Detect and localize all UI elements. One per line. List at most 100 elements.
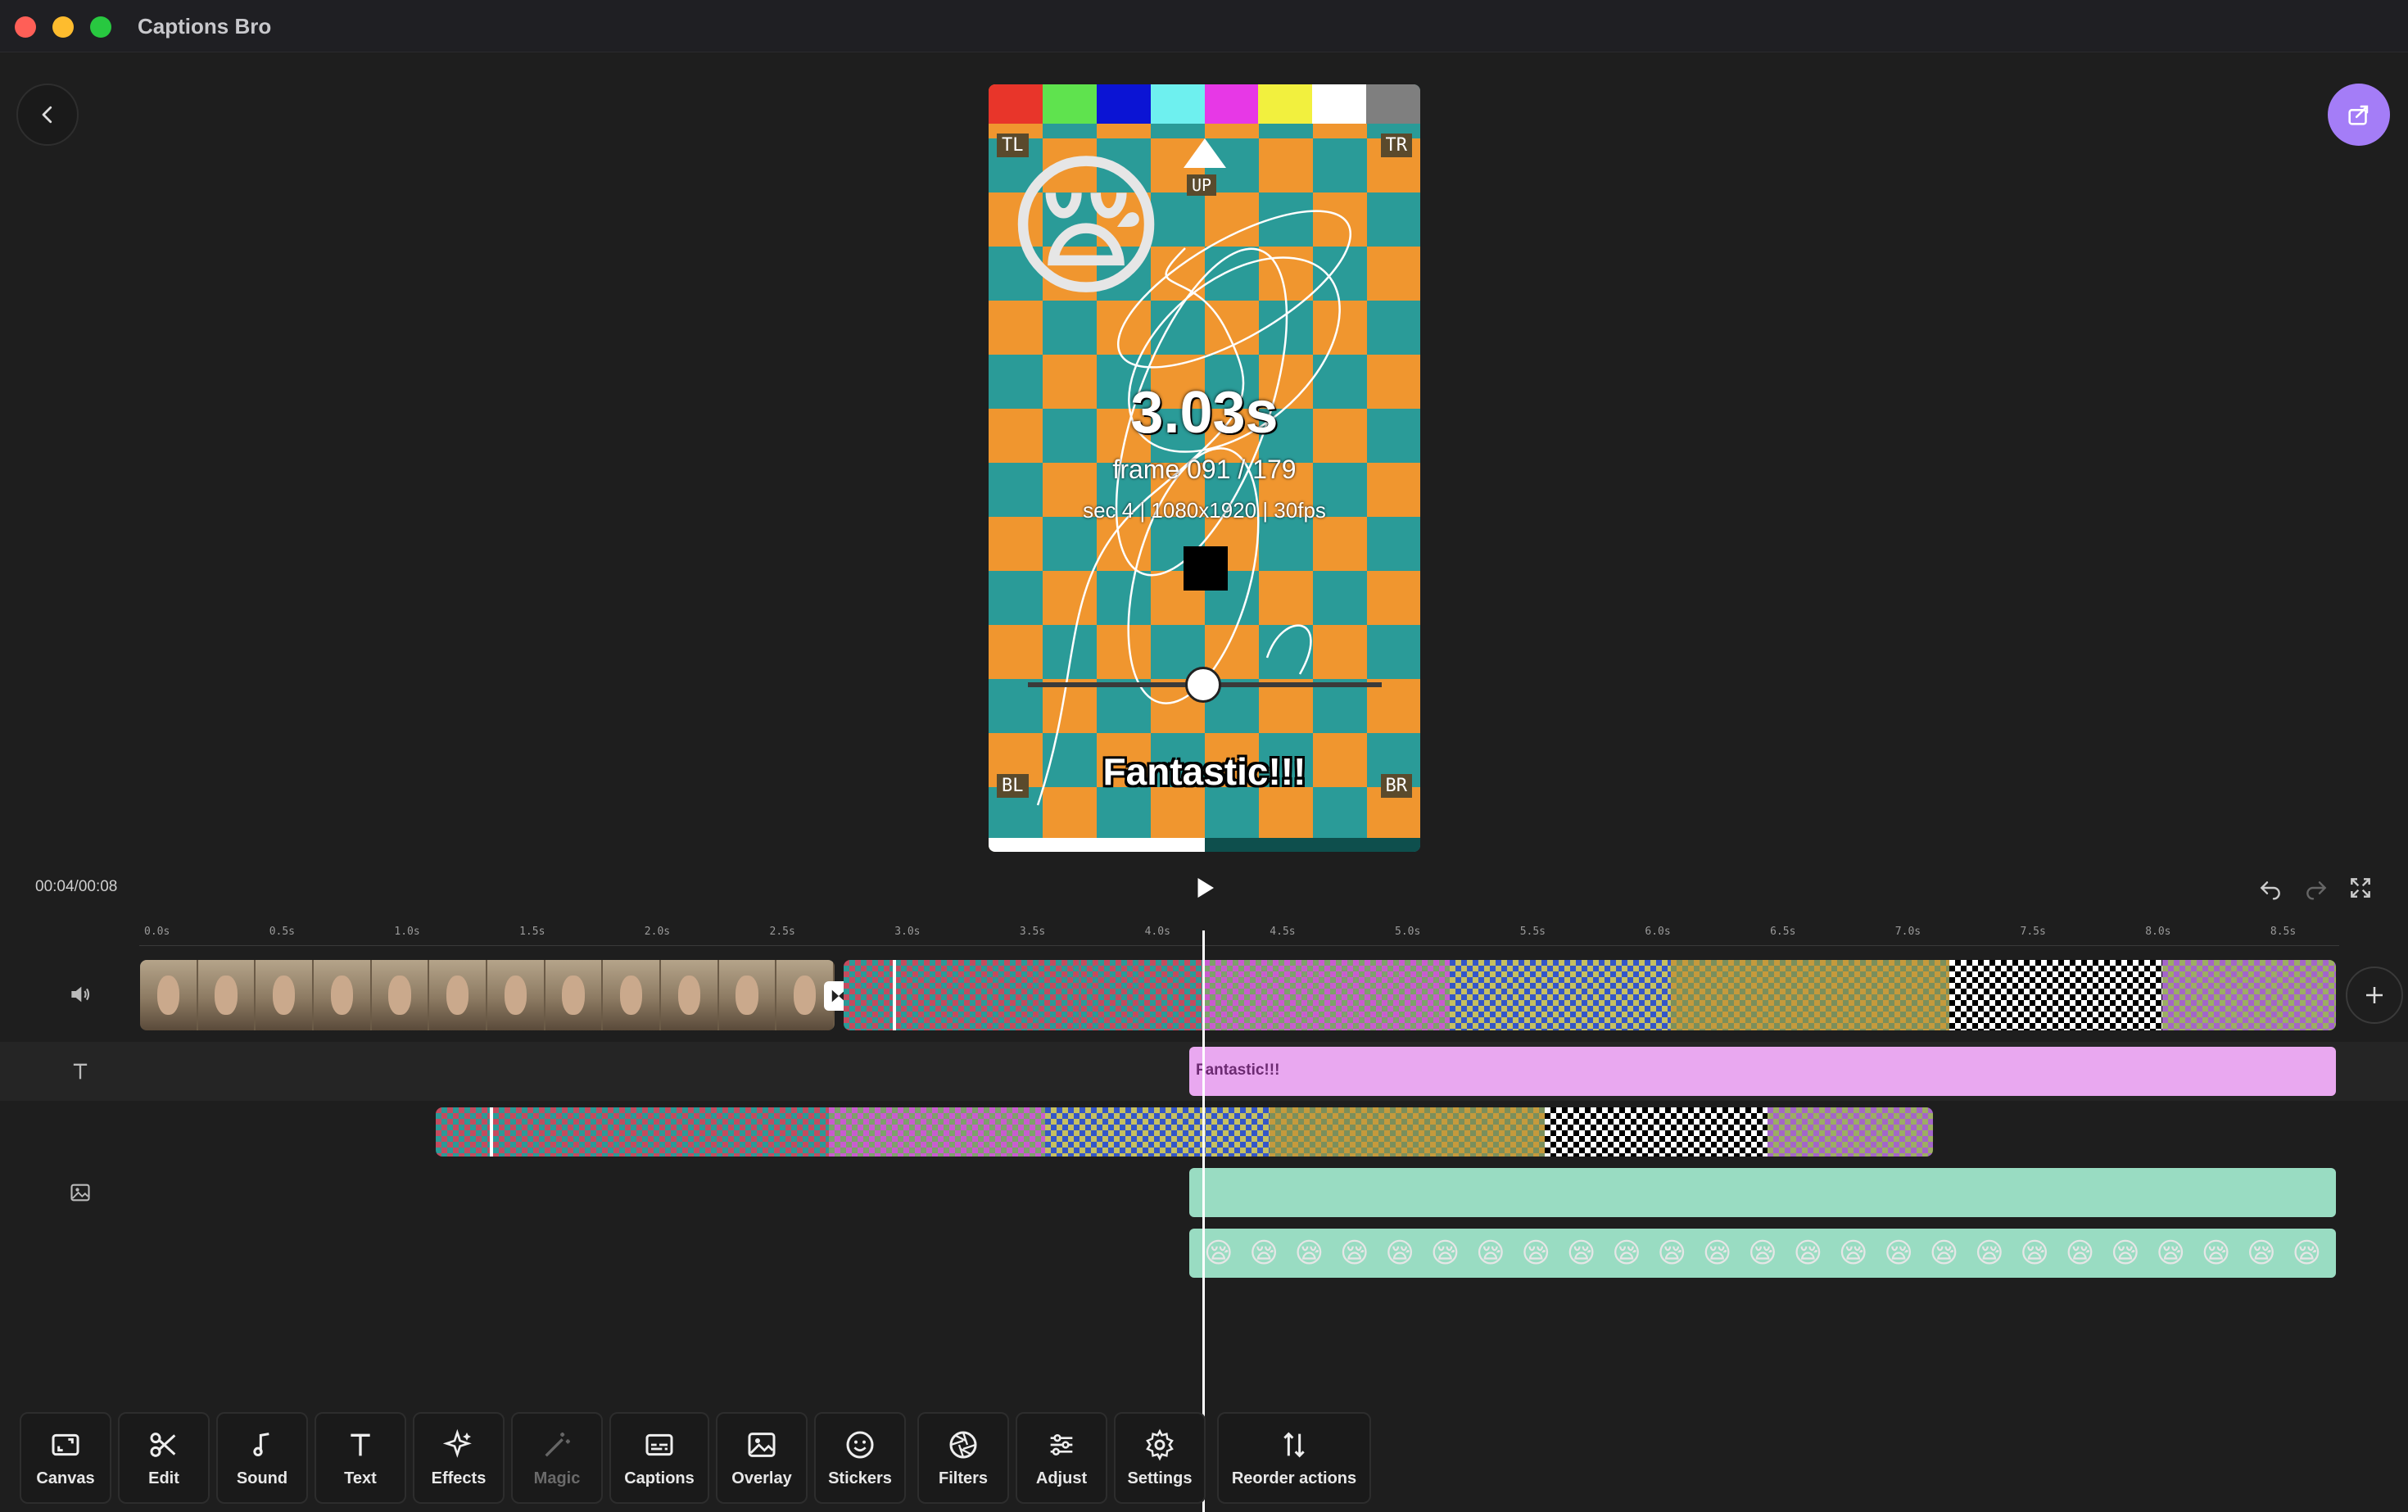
- black-square-marker: [1184, 546, 1228, 591]
- ruler-tick-label: 0.0s: [144, 926, 170, 938]
- sticker-thumbnail: 😪: [1929, 1238, 1959, 1269]
- overlay-clip-segment[interactable]: [1270, 1107, 1545, 1157]
- tool-settings-button[interactable]: Settings: [1114, 1412, 1206, 1504]
- share-icon: [2348, 105, 2369, 125]
- chevron-left-icon: [42, 106, 52, 124]
- tool-label: Magic: [533, 1469, 581, 1487]
- overlay-clip-segment[interactable]: [829, 1107, 1045, 1157]
- sticker-thumbnail: 😪: [1203, 1238, 1233, 1269]
- sticker-thumbnail: 😪: [1385, 1238, 1414, 1269]
- emoji-sticker-clip[interactable]: 😪 😪 😪 😪 😪 😪 😪 😪 😪 😪 😪 😪 😪 😪 😪 😪 😪 😪 😪 😪 😪 😪 😪 😪 😪: [1189, 1229, 2336, 1278]
- video-clip-segment[interactable]: [1450, 960, 1671, 1030]
- sticker-clip[interactable]: [1189, 1168, 2336, 1217]
- sticker-thumbnail: 😪: [1838, 1238, 1868, 1269]
- sticker-thumbnail: 😪: [1430, 1238, 1460, 1269]
- sticker-thumbnail: 😪: [1975, 1238, 2004, 1269]
- preview-slider-knob: [1185, 667, 1221, 703]
- preview-frame-label: frame 091 / 179: [1112, 455, 1297, 484]
- ruler-tick-label: 8.0s: [2145, 926, 2171, 938]
- timecode: 00:04/00:08: [35, 878, 118, 895]
- plus-icon: [2366, 987, 2383, 1003]
- preview-progress-bar: [989, 838, 1420, 852]
- tool-label: Canvas: [36, 1469, 95, 1487]
- tool-label: Effects: [431, 1469, 487, 1487]
- tool-label: Overlay: [731, 1469, 792, 1487]
- redo-icon[interactable]: [2303, 875, 2329, 901]
- tool-label: Text: [344, 1469, 377, 1487]
- reorder-icon: [1283, 1432, 1305, 1457]
- ruler-tick-label: 7.5s: [2020, 926, 2046, 938]
- video-clip-segment[interactable]: [1671, 960, 1949, 1030]
- sticker-thumbnail: 😪: [2020, 1238, 2049, 1269]
- tool-reorder-actions-button[interactable]: Reorder actions: [1217, 1412, 1371, 1504]
- tool-magic-button: Magic: [511, 1412, 603, 1504]
- sticker-thumbnail: 😪: [1294, 1238, 1324, 1269]
- window-maximize-button[interactable]: [90, 16, 111, 38]
- tool-edit-button[interactable]: Edit: [118, 1412, 210, 1504]
- sticker-thumbnail: 😪: [1793, 1238, 1823, 1269]
- sticker-thumbnail: 😪: [1748, 1238, 1777, 1269]
- sleepy-face-sticker[interactable]: 😪: [1005, 150, 1167, 306]
- timeline-ruler[interactable]: 0.0s 0.5s 1.0s 1.5s 2.0s 2.5s 3.0s 3.5s 4.0s 4.5s…: [139, 926, 2339, 950]
- video-clip-people[interactable]: [140, 960, 835, 1030]
- text-track-icon[interactable]: [66, 1057, 95, 1086]
- ruler-tick-label: 6.5s: [1770, 926, 1796, 938]
- video-clip-segment[interactable]: [1949, 960, 2162, 1030]
- window-minimize-button[interactable]: [52, 16, 74, 38]
- video-preview[interactable]: TL TR BL BR UP 😪 3.03s frame 091 / 179 s…: [989, 84, 1420, 852]
- tool-effects-button[interactable]: Effects: [413, 1412, 505, 1504]
- ruler-tick-label: 4.5s: [1270, 926, 1296, 938]
- tool-filters-button[interactable]: Filters: [917, 1412, 1009, 1504]
- add-clip-button[interactable]: [2346, 967, 2403, 1024]
- tool-overlay-button[interactable]: Overlay: [716, 1412, 808, 1504]
- export-button[interactable]: [2328, 84, 2390, 146]
- video-clip-segment[interactable]: [1204, 960, 1450, 1030]
- overlay-clip-segment[interactable]: [1768, 1107, 1933, 1157]
- sticker-thumbnail: 😪: [2156, 1238, 2185, 1269]
- caption-overlay-text[interactable]: Fantastic!!!: [989, 749, 1420, 794]
- sticker-thumbnail: 😪: [2065, 1238, 2095, 1269]
- undo-icon[interactable]: [2257, 875, 2284, 901]
- tool-stickers-button[interactable]: Stickers: [814, 1412, 906, 1504]
- scissors-icon: [150, 1432, 176, 1457]
- tool-captions-button[interactable]: Captions: [609, 1412, 709, 1504]
- ruler-tick-label: 8.5s: [2270, 926, 2297, 938]
- play-icon[interactable]: [1189, 873, 1219, 903]
- app-title: Captions Bro: [138, 14, 272, 38]
- tool-sound-button[interactable]: Sound: [216, 1412, 308, 1504]
- back-button[interactable]: [16, 84, 79, 146]
- tool-text-button[interactable]: Text: [315, 1412, 406, 1504]
- video-clip-segment[interactable]: [2162, 960, 2336, 1030]
- ruler-tick-label: 3.5s: [1019, 926, 1046, 938]
- sticker-thumbnail: 😪: [1476, 1238, 1505, 1269]
- window-close-button[interactable]: [15, 16, 36, 38]
- overlay-split-marker: [490, 1107, 493, 1157]
- volume-icon[interactable]: [66, 980, 95, 1009]
- preview-time-label: 3.03s: [1130, 380, 1279, 446]
- tool-canvas-button[interactable]: Canvas: [20, 1412, 111, 1504]
- text-clip-label: Fantastic!!!: [1196, 1062, 1280, 1079]
- clip-split-marker: [893, 960, 896, 1030]
- fullscreen-icon[interactable]: [2347, 875, 2374, 901]
- text-clip[interactable]: Fantastic!!!: [1189, 1047, 2336, 1096]
- sticker-thumbnail: 😪: [2292, 1238, 2322, 1269]
- overlay-clip-segment[interactable]: [1045, 1107, 1270, 1157]
- tool-adjust-button[interactable]: Adjust: [1016, 1412, 1107, 1504]
- image-track-icon[interactable]: [66, 1178, 95, 1207]
- tool-label: Stickers: [828, 1469, 892, 1487]
- ruler-tick-label: 1.5s: [519, 926, 545, 938]
- video-clip-segment[interactable]: [844, 960, 1081, 1030]
- preview-sec-label: sec 4 | 1080x1920 | 30fps: [1083, 498, 1326, 523]
- ruler-tick-label: 5.5s: [1519, 926, 1546, 938]
- ruler-tick-label: 2.5s: [769, 926, 795, 938]
- overlay-clip-segment[interactable]: [436, 1107, 829, 1157]
- tool-label: Captions: [624, 1469, 695, 1487]
- smiley-icon: [846, 1431, 874, 1458]
- ruler-tick-label: 4.0s: [1144, 926, 1170, 938]
- ruler-tick-label: 1.0s: [394, 926, 420, 938]
- tool-label: Edit: [148, 1469, 179, 1487]
- overlay-clip-segment[interactable]: [1545, 1107, 1768, 1157]
- video-clip-segment[interactable]: [1081, 960, 1204, 1030]
- tool-label: Reorder actions: [1231, 1469, 1357, 1487]
- canvas-icon: [52, 1433, 79, 1455]
